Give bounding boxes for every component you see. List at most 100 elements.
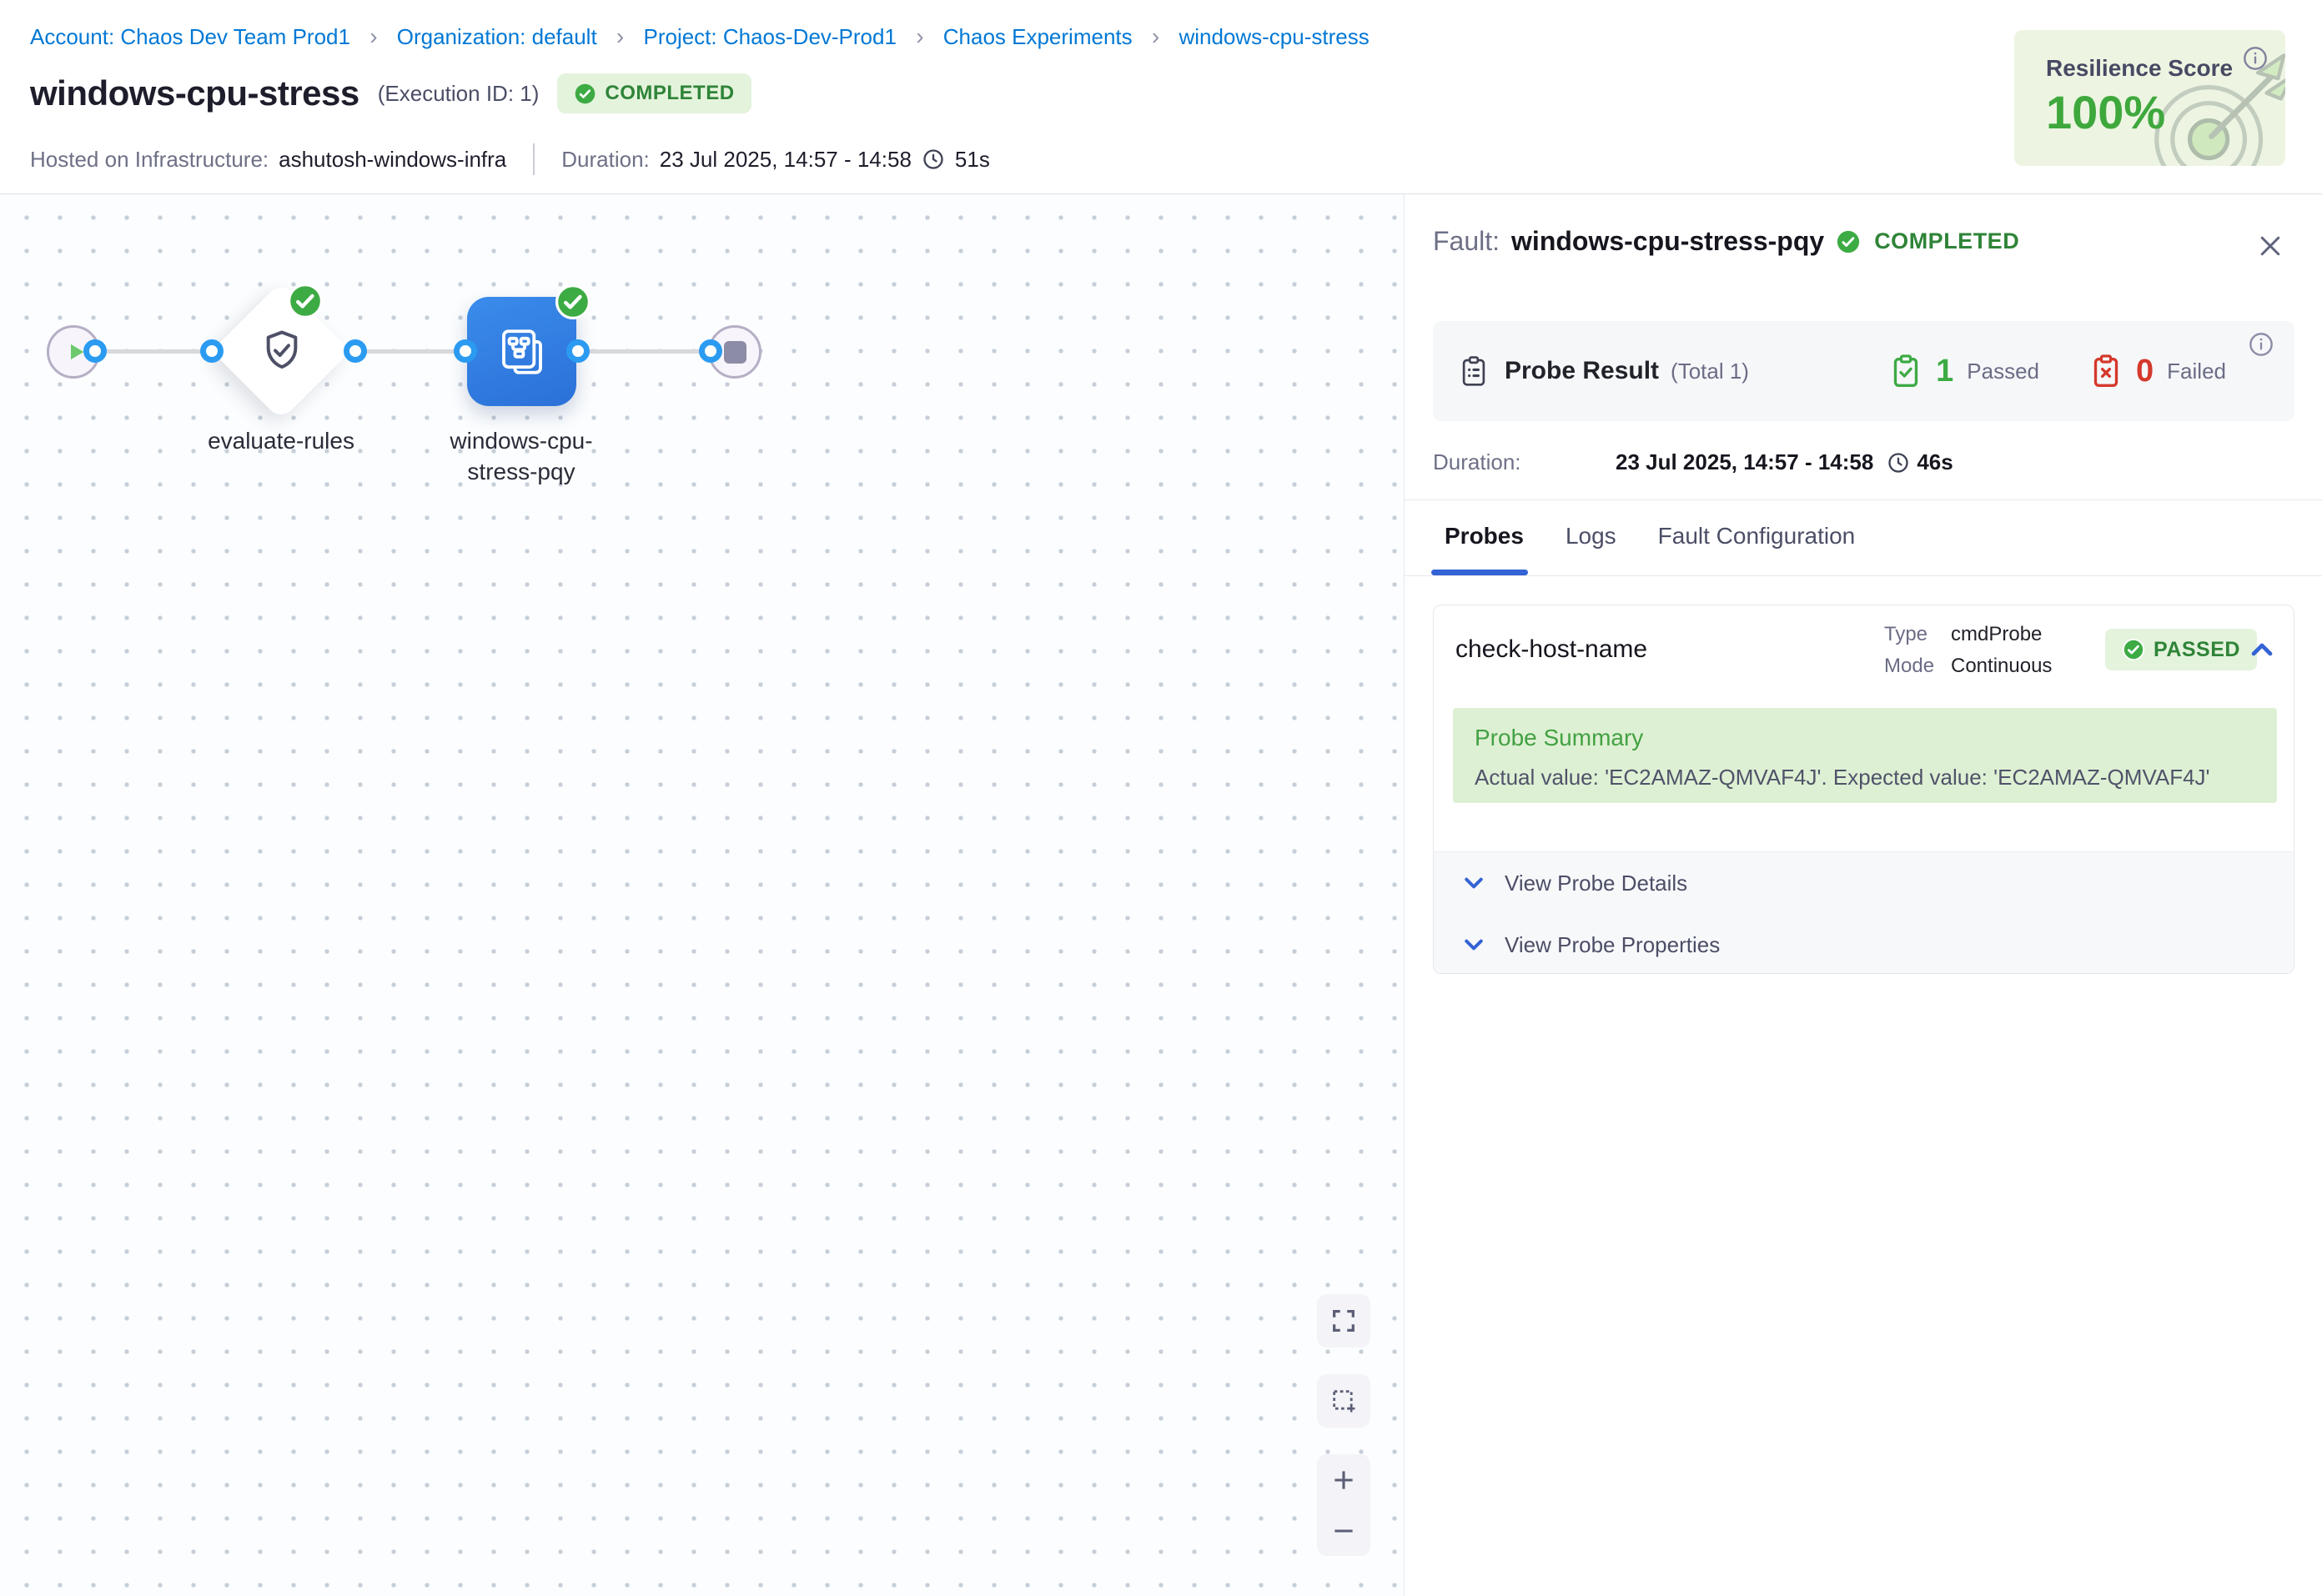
breadcrumb-org-link[interactable]: Organization: default [397, 24, 597, 49]
duration-elapsed: 51s [955, 147, 990, 173]
breadcrumb-account-link[interactable]: Account: Chaos Dev Team Prod1 [30, 24, 350, 49]
passed-clipboard-icon [1889, 353, 1922, 389]
failed-label: Failed [2167, 359, 2226, 384]
shield-check-icon [259, 327, 305, 374]
probe-meta: Type cmdProbe Mode Continuous [1884, 619, 2052, 682]
meta-divider [533, 143, 535, 175]
plus-icon [1329, 1466, 1358, 1494]
success-badge-icon [287, 283, 324, 319]
minus-icon [1329, 1517, 1358, 1545]
clock-icon [922, 148, 945, 171]
view-probe-properties-label: View Probe Properties [1505, 932, 1720, 958]
tab-fault-configuration[interactable]: Fault Configuration [1658, 523, 1856, 571]
probe-type-value: cmdProbe [1951, 619, 2042, 650]
stop-icon [724, 341, 746, 364]
page-header: Account: Chaos Dev Team Prod1 › Organiza… [0, 0, 2322, 194]
view-probe-details-label: View Probe Details [1505, 871, 1687, 896]
probe-result-title: Probe Result [1505, 357, 1659, 385]
breadcrumb-project-link[interactable]: Project: Chaos-Dev-Prod1 [643, 24, 896, 49]
pipeline-edge [95, 349, 212, 354]
probe-type-label: Type [1884, 619, 1951, 650]
connector-port [566, 339, 590, 363]
zoom-out-button[interactable] [1317, 1505, 1370, 1556]
node-label-evaluate-rules: evaluate-rules [189, 426, 373, 457]
breadcrumb-separator: › [916, 23, 923, 49]
breadcrumb-current-link[interactable]: windows-cpu-stress [1179, 24, 1369, 49]
fault-tabs: Probes Logs Fault Configuration [1445, 523, 1855, 571]
canvas-zoom-controls [1317, 1454, 1370, 1556]
breadcrumb: Account: Chaos Dev Team Prod1 › Organiza… [30, 23, 1370, 50]
info-icon[interactable] [2242, 45, 2269, 72]
probe-status-label: PASSED [2154, 638, 2240, 662]
probe-name: check-host-name [1455, 635, 1647, 664]
passed-count: 1 [1936, 354, 1953, 389]
chevron-down-icon [1461, 871, 1486, 896]
breadcrumb-experiments-link[interactable]: Chaos Experiments [943, 24, 1133, 49]
fault-status-label: COMPLETED [1874, 228, 2019, 254]
fault-duration-row: Duration: 23 Jul 2025, 14:57 - 14:58 46s [1433, 449, 1953, 475]
tab-probes[interactable]: Probes [1445, 523, 1524, 571]
chaos-experiment-run-page: Account: Chaos Dev Team Prod1 › Organiza… [0, 0, 2322, 1596]
connector-port [344, 339, 367, 363]
duration-label: Duration: [561, 147, 650, 173]
resilience-score-value: 100% [2046, 85, 2165, 139]
page-title: windows-cpu-stress [30, 73, 359, 113]
view-probe-properties-toggle[interactable]: View Probe Properties [1434, 914, 2294, 974]
success-badge-icon [555, 284, 591, 320]
fault-experiment-icon [495, 324, 550, 379]
failed-clipboard-icon [2089, 353, 2123, 389]
breadcrumb-separator: › [1152, 23, 1159, 49]
check-circle-icon [1836, 229, 1861, 254]
canvas-fit-view-button[interactable] [1317, 1294, 1370, 1348]
experiment-meta-row: Hosted on Infrastructure: ashutosh-windo… [30, 143, 990, 175]
experiment-status-badge: COMPLETED [557, 73, 751, 113]
infrastructure-name: ashutosh-windows-infra [279, 147, 506, 173]
active-tab-indicator [1431, 570, 1528, 575]
chevron-down-icon [1461, 932, 1486, 957]
connector-port [699, 339, 722, 363]
fault-duration-label: Duration: [1433, 449, 1616, 475]
connector-port [83, 339, 107, 363]
connector-port [454, 339, 477, 363]
fault-label: Fault: [1433, 226, 1500, 257]
chevron-up-icon[interactable] [2248, 635, 2276, 664]
connector-port [200, 339, 224, 363]
clock-icon [1887, 451, 1910, 474]
fullscreen-icon [1329, 1307, 1358, 1335]
resilience-score-card: Resilience Score 100% [2014, 30, 2285, 166]
info-icon[interactable] [2248, 331, 2274, 358]
breadcrumb-separator: › [616, 23, 624, 49]
execution-id: (Execution ID: 1) [378, 81, 540, 107]
probe-mode-label: Mode [1884, 650, 1951, 682]
probe-status-badge: PASSED [2105, 629, 2257, 670]
view-probe-details-toggle[interactable]: View Probe Details [1434, 852, 2294, 914]
breadcrumb-separator: › [369, 23, 377, 49]
check-circle-icon [2122, 638, 2145, 661]
fault-name: windows-cpu-stress-pqy [1511, 226, 1824, 257]
check-circle-icon [574, 83, 596, 105]
fault-details-panel: Fault: windows-cpu-stress-pqy COMPLETED … [1404, 194, 2322, 1596]
probe-card-check-host-name[interactable]: check-host-name Type cmdProbe Mode Conti… [1433, 605, 2294, 974]
fault-duration-value: 23 Jul 2025, 14:57 - 14:58 [1616, 449, 1873, 475]
resilience-score-label: Resilience Score [2046, 55, 2233, 82]
node-label-windows-cpu-stress-pqy: windows-cpu-stress-pqy [434, 426, 609, 488]
close-icon[interactable] [2255, 231, 2285, 261]
experiment-status-label: COMPLETED [605, 82, 734, 105]
failed-count: 0 [2136, 354, 2154, 389]
duration-value: 23 Jul 2025, 14:57 - 14:58 [660, 147, 912, 173]
passed-label: Passed [1967, 359, 2039, 384]
pipeline-canvas[interactable]: evaluate-rules windows-cpu-stress-pqy [0, 194, 1404, 1596]
hosted-on-label: Hosted on Infrastructure: [30, 147, 269, 173]
marquee-selection-icon [1329, 1387, 1358, 1415]
canvas-select-area-button[interactable] [1317, 1374, 1370, 1428]
pipeline-edge [578, 349, 711, 354]
fault-panel-header: Fault: windows-cpu-stress-pqy COMPLETED [1433, 226, 2019, 257]
probe-summary-title: Probe Summary [1475, 725, 2255, 751]
fault-duration-elapsed: 46s [1917, 449, 1953, 475]
panel-divider [1405, 575, 2322, 576]
probe-result-card: Probe Result (Total 1) 1 Passed [1433, 321, 2294, 421]
zoom-in-button[interactable] [1317, 1454, 1370, 1505]
probe-mode-value: Continuous [1951, 650, 2052, 682]
tab-logs[interactable]: Logs [1566, 523, 1616, 571]
probe-summary-box: Probe Summary Actual value: 'EC2AMAZ-QMV… [1453, 708, 2277, 803]
